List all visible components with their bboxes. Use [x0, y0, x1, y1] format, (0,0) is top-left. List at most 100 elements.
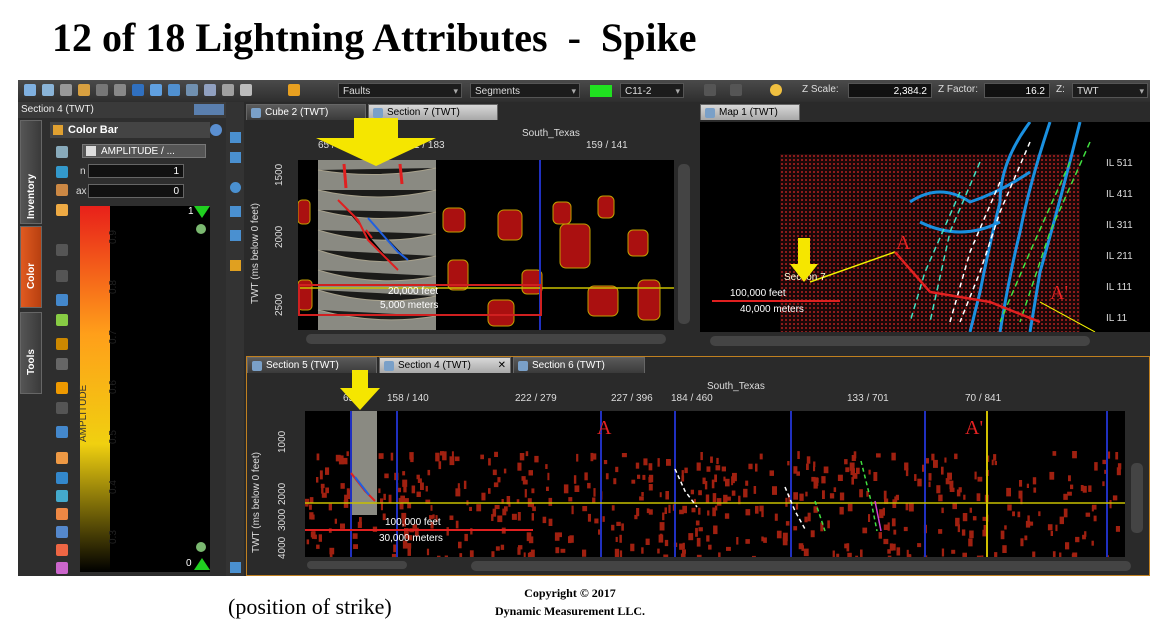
- palette-icon[interactable]: [56, 184, 68, 196]
- spike-point: [464, 533, 468, 542]
- zdomain-combo[interactable]: TWT ▾: [1072, 83, 1148, 98]
- spike-point: [723, 476, 726, 482]
- chart-icon[interactable]: [56, 382, 68, 394]
- tab-map1[interactable]: Map 1 (TWT): [700, 104, 800, 120]
- zscale-input[interactable]: 2,384.2: [848, 83, 932, 98]
- section7-h-scrollbar[interactable]: [306, 334, 666, 344]
- pick-icon[interactable]: [132, 84, 144, 96]
- section7-canvas[interactable]: 20,000 feet 5,000 meters: [298, 160, 674, 330]
- pencil-icon[interactable]: [288, 84, 300, 96]
- tab-section4[interactable]: Section 4 (TWT) ✕: [379, 357, 511, 373]
- gradient-icon[interactable]: [56, 508, 68, 520]
- section4-zoom-slider[interactable]: [307, 561, 407, 569]
- play-icon[interactable]: [56, 338, 68, 350]
- help-icon[interactable]: [210, 124, 222, 136]
- tab-tools[interactable]: Tools: [20, 312, 42, 394]
- pan-icon[interactable]: [230, 230, 241, 241]
- horizon-combo-label: C11-2: [625, 86, 652, 97]
- layers-icon[interactable]: [56, 314, 68, 326]
- wand-icon[interactable]: [56, 358, 68, 370]
- light-icon[interactable]: [770, 84, 782, 96]
- tab-color[interactable]: Color: [20, 226, 42, 308]
- spike-point: [451, 451, 454, 459]
- layers-icon[interactable]: [114, 84, 126, 96]
- tab-section6[interactable]: Section 6 (TWT): [513, 357, 645, 373]
- spike-point: [648, 463, 653, 471]
- rotate-icon[interactable]: [230, 206, 241, 217]
- spike-point: [850, 468, 855, 475]
- section4-top-tick: 70 / 841: [965, 393, 1002, 404]
- range-icon[interactable]: [56, 426, 68, 438]
- section4-canvas[interactable]: A A' 100,000 feet 30,000 meters: [305, 411, 1125, 557]
- min-input[interactable]: 1: [88, 164, 184, 178]
- export-icon[interactable]: [56, 544, 68, 556]
- measure-icon[interactable]: [150, 84, 162, 96]
- undo-icon[interactable]: [56, 244, 68, 256]
- zoom-in-icon[interactable]: [230, 132, 241, 143]
- select-icon[interactable]: [56, 402, 68, 414]
- table-icon[interactable]: [56, 526, 68, 538]
- tool-icon[interactable]: [96, 84, 108, 96]
- search-icon[interactable]: [230, 182, 241, 193]
- spike-point: [968, 538, 973, 547]
- section4-ytick-1000: 1000: [277, 430, 288, 453]
- section4-v-scrollbar[interactable]: [1131, 463, 1143, 533]
- split-icon[interactable]: [56, 294, 68, 306]
- segments-combo[interactable]: Segments ▾: [470, 83, 580, 98]
- zoom-icon[interactable]: [196, 224, 206, 234]
- spike-point: [847, 552, 852, 557]
- grid-icon[interactable]: [78, 84, 90, 96]
- max-input[interactable]: 0: [88, 184, 184, 198]
- print-icon[interactable]: [222, 84, 234, 96]
- map-canvas[interactable]: XL 11L 111L 211L 311L 411L 511L 611L 711…: [700, 122, 1100, 332]
- tab-inventory[interactable]: Inventory: [20, 120, 42, 224]
- undo-icon[interactable]: [704, 84, 716, 96]
- redo-icon[interactable]: [730, 84, 742, 96]
- redo-icon[interactable]: [56, 270, 68, 282]
- spike-point: [664, 539, 669, 547]
- window-icon[interactable]: [186, 84, 198, 96]
- spike-point: [806, 456, 811, 464]
- attribute-select[interactable]: AMPLITUDE / ...: [82, 144, 206, 158]
- move-icon[interactable]: [168, 84, 180, 96]
- spike-point: [1088, 485, 1092, 492]
- spike-point: [688, 533, 694, 541]
- open-icon[interactable]: [24, 84, 36, 96]
- zoom-out-icon[interactable]: [230, 152, 241, 163]
- bottom-marker-triangle-icon[interactable]: [194, 558, 210, 570]
- tool-icon[interactable]: [56, 146, 68, 158]
- settings-icon[interactable]: [240, 84, 252, 96]
- spike-point: [1033, 487, 1037, 493]
- stack-icon[interactable]: [56, 452, 68, 464]
- save-icon[interactable]: [42, 84, 54, 96]
- link-icon[interactable]: [204, 84, 216, 96]
- dropdown-icon[interactable]: [60, 84, 72, 96]
- section4-h-scrollbar[interactable]: [471, 561, 1131, 571]
- section7-v-scrollbar[interactable]: [678, 164, 690, 324]
- panel-controls-icon[interactable]: [194, 104, 224, 115]
- spike-point: [388, 494, 392, 503]
- zoom-icon[interactable]: [196, 542, 206, 552]
- bars-icon[interactable]: [56, 472, 68, 484]
- wave-icon[interactable]: [56, 562, 68, 574]
- zfactor-input[interactable]: 16.2: [984, 83, 1050, 98]
- spike-point: [576, 453, 579, 462]
- map-h-scrollbar[interactable]: [710, 336, 1090, 346]
- refresh-icon[interactable]: [56, 166, 68, 178]
- horizon-combo[interactable]: C11-2 ▾: [620, 83, 684, 98]
- spike-point: [602, 516, 605, 522]
- spike-point: [574, 485, 580, 492]
- top-marker-triangle-icon[interactable]: [194, 206, 210, 218]
- spike-point: [839, 506, 844, 515]
- fit-icon[interactable]: [230, 562, 241, 573]
- spike-point: [534, 455, 539, 463]
- view-toolbar: [226, 102, 244, 576]
- list-icon[interactable]: [56, 490, 68, 502]
- spike-point: [1071, 553, 1075, 557]
- faults-combo[interactable]: Faults ▾: [338, 83, 462, 98]
- spike-point: [380, 503, 383, 511]
- document-icon[interactable]: [56, 204, 68, 216]
- horizon-color-swatch[interactable]: [590, 85, 612, 97]
- map-icon[interactable]: [230, 260, 241, 271]
- close-icon[interactable]: ✕: [498, 358, 506, 374]
